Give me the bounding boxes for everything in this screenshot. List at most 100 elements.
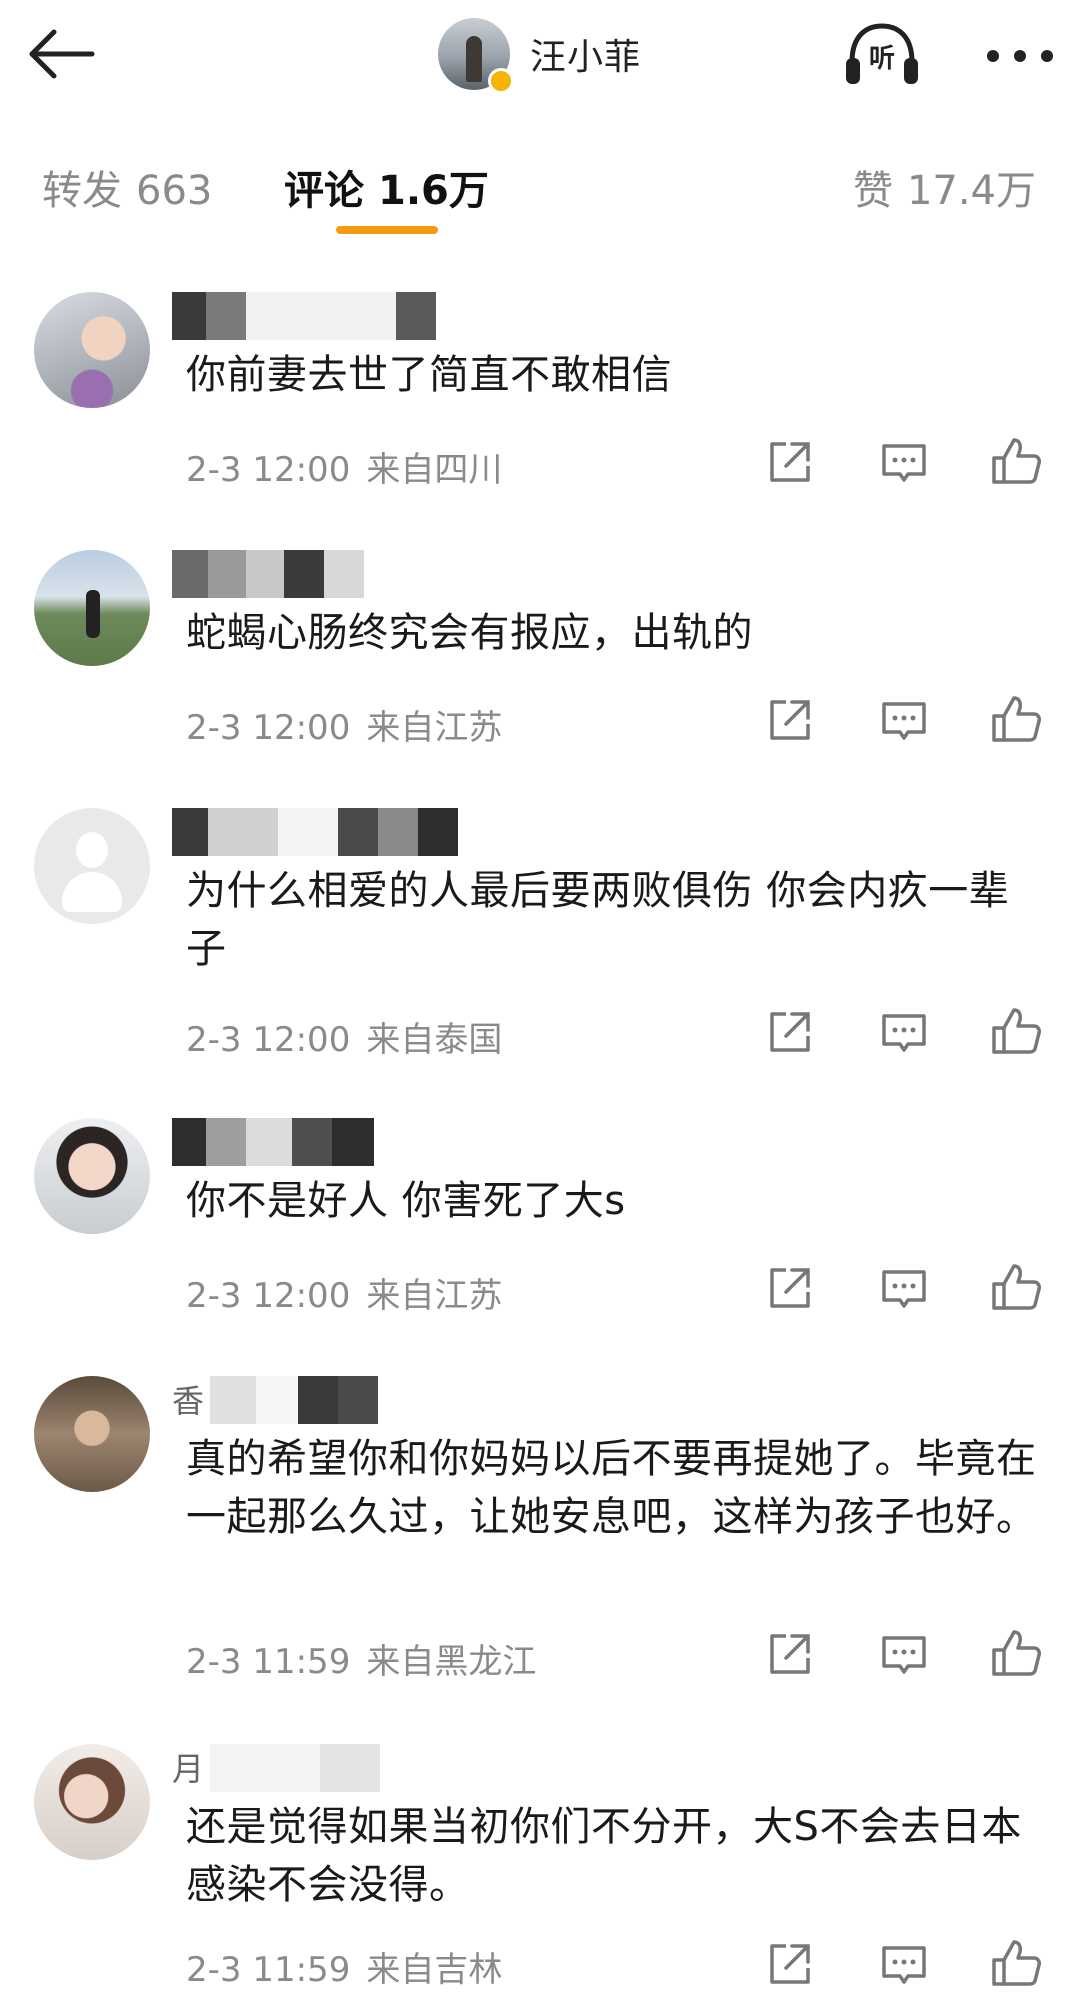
like-button[interactable] bbox=[988, 1260, 1044, 1316]
like-icon bbox=[992, 1264, 1041, 1310]
reply-icon bbox=[882, 1946, 926, 1984]
like-icon bbox=[992, 1008, 1041, 1054]
reply-button[interactable] bbox=[876, 692, 932, 748]
avatar[interactable] bbox=[34, 1376, 150, 1492]
active-tab-indicator bbox=[336, 226, 438, 234]
author-name[interactable]: 汪小菲 bbox=[530, 28, 641, 80]
share-button[interactable] bbox=[762, 1936, 818, 1992]
like-icon bbox=[992, 1630, 1041, 1676]
reply-button[interactable] bbox=[876, 1004, 932, 1060]
tab-count: 1.6万 bbox=[378, 168, 489, 214]
like-button[interactable] bbox=[988, 1626, 1044, 1682]
reply-icon bbox=[882, 702, 926, 740]
comment-location: 来自江苏 bbox=[366, 1276, 503, 1316]
like-icon bbox=[992, 438, 1041, 484]
comment-actions bbox=[750, 1004, 1070, 1060]
comment-actions bbox=[750, 692, 1070, 748]
like-icon bbox=[992, 1940, 1041, 1986]
comment-meta: 2-3 11:59 来自吉林 bbox=[186, 1942, 502, 1991]
comment-text: 为什么相爱的人最后要两败俱伤 你会内疚一辈子 bbox=[186, 868, 1010, 972]
like-button[interactable] bbox=[988, 692, 1044, 748]
comment-meta: 2-3 12:00 来自江苏 bbox=[186, 1268, 502, 1317]
comment-item: 香 真的希望你和你妈妈以后不要再提她了。毕竟在一起那么久过，让她安息吧，这样为孩… bbox=[0, 1376, 1080, 1706]
share-icon bbox=[770, 1944, 810, 1984]
avatar[interactable] bbox=[34, 808, 150, 924]
comment-location: 来自泰国 bbox=[366, 1020, 503, 1060]
comment-meta: 2-3 12:00 来自江苏 bbox=[186, 700, 502, 749]
listen-label: 听 bbox=[868, 44, 895, 74]
username-redacted[interactable] bbox=[172, 808, 458, 856]
comment-meta: 2-3 12:00 来自泰国 bbox=[186, 1012, 502, 1061]
avatar[interactable] bbox=[34, 1118, 150, 1234]
comment-text: 你前妻去世了简直不敢相信 bbox=[186, 352, 672, 398]
share-button[interactable] bbox=[762, 1626, 818, 1682]
comment-item: 你不是好人 你害死了大s 2-3 12:00 来自江苏 bbox=[0, 1118, 1080, 1348]
reply-icon bbox=[882, 1270, 926, 1308]
tab-count: 663 bbox=[136, 168, 213, 214]
like-button[interactable] bbox=[988, 1936, 1044, 1992]
reply-button[interactable] bbox=[876, 1936, 932, 1992]
share-icon bbox=[770, 1634, 810, 1674]
share-button[interactable] bbox=[762, 434, 818, 490]
username-redacted[interactable] bbox=[172, 550, 364, 598]
share-button[interactable] bbox=[762, 1004, 818, 1060]
share-icon bbox=[770, 700, 810, 740]
author-avatar[interactable] bbox=[438, 18, 514, 94]
share-icon bbox=[770, 1268, 810, 1308]
avatar[interactable] bbox=[34, 1744, 150, 1860]
arrow-left-icon bbox=[29, 29, 95, 79]
like-button[interactable] bbox=[988, 1004, 1044, 1060]
comment-location: 来自吉林 bbox=[366, 1950, 503, 1990]
share-button[interactable] bbox=[762, 692, 818, 748]
comment-time: 2-3 12:00 bbox=[186, 708, 351, 748]
comment-location: 来自江苏 bbox=[366, 708, 503, 748]
reply-button[interactable] bbox=[876, 1260, 932, 1316]
default-user-icon bbox=[76, 832, 108, 868]
comment-time: 2-3 12:00 bbox=[186, 450, 351, 490]
comment-item: 月 还是觉得如果当初你们不分开，大S不会去日本感染不会没得。 2-3 11:59… bbox=[0, 1744, 1080, 1996]
comment-time: 2-3 12:00 bbox=[186, 1020, 351, 1060]
tab-count: 17.4万 bbox=[906, 168, 1036, 214]
share-icon bbox=[770, 1012, 810, 1052]
comment-time: 2-3 11:59 bbox=[186, 1950, 351, 1990]
tab-comments[interactable]: 评论 1.6万 bbox=[284, 158, 489, 216]
avatar[interactable] bbox=[34, 292, 150, 408]
reply-icon bbox=[882, 1014, 926, 1052]
reply-button[interactable] bbox=[876, 1626, 932, 1682]
comment-actions bbox=[750, 1626, 1070, 1682]
tab-label: 评论 bbox=[284, 168, 364, 214]
back-button[interactable] bbox=[24, 20, 104, 90]
tab-likes[interactable]: 赞 17.4万 bbox=[853, 158, 1036, 216]
username-redacted[interactable] bbox=[210, 1376, 378, 1424]
tab-label: 转发 bbox=[42, 168, 122, 214]
like-icon bbox=[992, 696, 1041, 742]
avatar[interactable] bbox=[34, 550, 150, 666]
comment-location: 来自黑龙江 bbox=[366, 1642, 537, 1682]
comment-actions bbox=[750, 1260, 1070, 1316]
comment-text: 真的希望你和你妈妈以后不要再提她了。毕竟在一起那么久过，让她安息吧，这样为孩子也… bbox=[186, 1436, 1037, 1540]
reply-button[interactable] bbox=[876, 434, 932, 490]
username-redacted[interactable] bbox=[172, 292, 436, 340]
comment-item: 你前妻去世了简直不敢相信 2-3 12:00 来自四川 bbox=[0, 292, 1080, 522]
author-header[interactable]: 汪小菲 bbox=[438, 14, 641, 94]
top-bar: 汪小菲 听 bbox=[0, 0, 1080, 110]
comment-meta: 2-3 11:59 来自黑龙江 bbox=[186, 1634, 536, 1683]
comment-time: 2-3 11:59 bbox=[186, 1642, 351, 1682]
username[interactable]: 月 bbox=[172, 1744, 204, 1794]
more-button[interactable] bbox=[975, 20, 1065, 90]
reply-icon bbox=[882, 1636, 926, 1674]
username-redacted[interactable] bbox=[172, 1118, 374, 1166]
tab-bar: 转发 663 评论 1.6万 赞 17.4万 bbox=[0, 140, 1080, 240]
share-button[interactable] bbox=[762, 1260, 818, 1316]
comment-text: 你不是好人 你害死了大s bbox=[186, 1178, 626, 1224]
reply-icon bbox=[882, 444, 926, 482]
username-redacted[interactable] bbox=[210, 1744, 380, 1792]
comment-item: 为什么相爱的人最后要两败俱伤 你会内疚一辈子 2-3 12:00 来自泰国 bbox=[0, 808, 1080, 1098]
username[interactable]: 香 bbox=[172, 1376, 204, 1426]
tab-repost[interactable]: 转发 663 bbox=[42, 158, 212, 216]
listen-button[interactable]: 听 bbox=[842, 18, 922, 94]
comment-text: 还是觉得如果当初你们不分开，大S不会去日本感染不会没得。 bbox=[186, 1804, 1022, 1908]
like-button[interactable] bbox=[988, 434, 1044, 490]
comment-actions bbox=[750, 434, 1070, 490]
comment-time: 2-3 12:00 bbox=[186, 1276, 351, 1316]
